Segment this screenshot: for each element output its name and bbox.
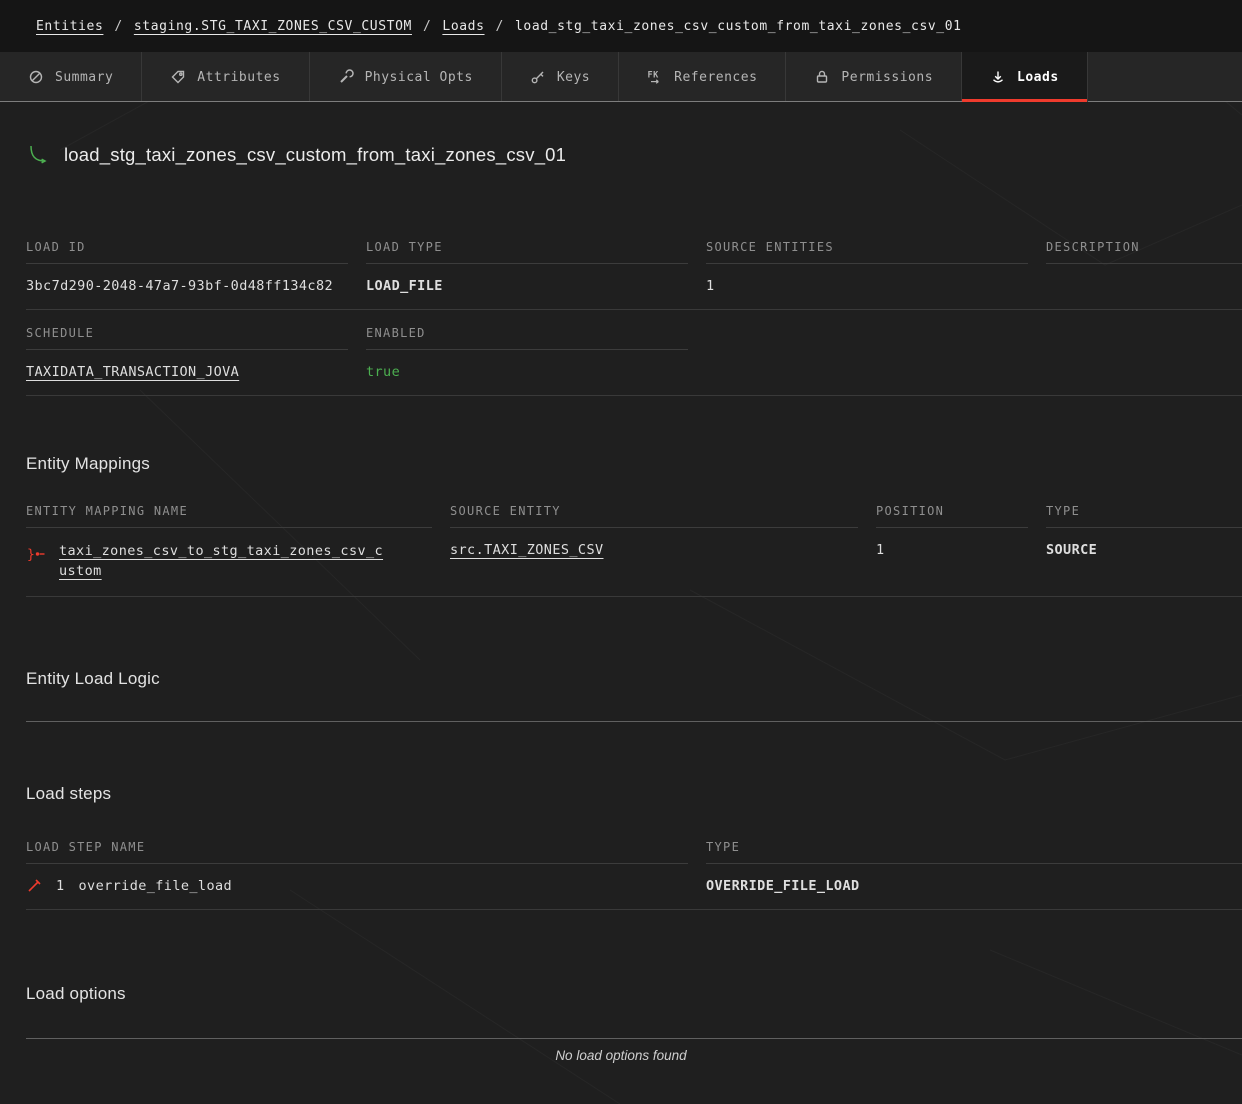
source-entities-value: 1 xyxy=(706,264,1046,309)
tab-keys[interactable]: Keys xyxy=(502,52,619,102)
entity-load-logic-heading: Entity Load Logic xyxy=(26,669,1242,689)
entity-mapping-icon: } xyxy=(26,546,46,562)
entity-mappings-heading: Entity Mappings xyxy=(26,454,1242,474)
page-header: load_stg_taxi_zones_csv_custom_from_taxi… xyxy=(26,144,1242,166)
load-options-empty-message: No load options found xyxy=(26,1048,1216,1063)
load-steps-table: LOAD STEP NAME TYPE 1 override_file_load… xyxy=(26,824,1242,910)
source-entity-link[interactable]: src.TAXI_ZONES_CSV xyxy=(450,542,604,558)
load-details-header-row-2: SCHEDULE ENABLED xyxy=(26,310,1242,350)
tab-loads[interactable]: Loads xyxy=(962,52,1088,102)
column-header: LOAD ID xyxy=(26,224,348,264)
tab-label: Loads xyxy=(1017,70,1059,85)
load-step-name: override_file_load xyxy=(79,878,233,894)
mapping-type-value: SOURCE xyxy=(1046,528,1242,596)
entity-mappings-header-row: ENTITY MAPPING NAME SOURCE ENTITY POSITI… xyxy=(26,488,1242,528)
load-details-table: LOAD ID LOAD TYPE SOURCE ENTITIES DESCRI… xyxy=(26,224,1242,396)
tab-summary[interactable]: Summary xyxy=(0,52,142,102)
load-details-value-row-1: 3bc7d290-2048-47a7-93bf-0d48ff134c82 LOA… xyxy=(26,264,1242,310)
column-header: SCHEDULE xyxy=(26,310,348,350)
breadcrumb-current: load_stg_taxi_zones_csv_custom_from_taxi… xyxy=(515,19,962,34)
breadcrumb-separator: / xyxy=(496,19,504,34)
tab-label: Keys xyxy=(557,70,590,85)
keys-icon xyxy=(530,69,546,85)
breadcrumb-separator: / xyxy=(423,19,431,34)
column-header: LOAD STEP NAME xyxy=(26,824,688,864)
permissions-icon xyxy=(814,69,830,85)
load-arrow-icon xyxy=(26,144,50,166)
tab-physical-opts[interactable]: Physical Opts xyxy=(310,52,502,102)
breadcrumb-loads[interactable]: Loads xyxy=(442,19,484,34)
load-step-position: 1 xyxy=(56,878,65,894)
breadcrumb: Entities / staging.STG_TAXI_ZONES_CSV_CU… xyxy=(0,0,1242,52)
summary-icon xyxy=(28,69,44,85)
divider xyxy=(26,1038,1242,1039)
load-detail-page: load_stg_taxi_zones_csv_custom_from_taxi… xyxy=(0,144,1242,1063)
page-title: load_stg_taxi_zones_csv_custom_from_taxi… xyxy=(64,144,566,166)
column-header: LOAD TYPE xyxy=(366,224,688,264)
tab-label: Summary xyxy=(55,70,113,85)
column-header: TYPE xyxy=(706,824,1242,864)
table-row: 1 override_file_load OVERRIDE_FILE_LOAD xyxy=(26,864,1242,910)
tab-bar: Summary Attributes Physical Opts xyxy=(0,52,1242,102)
enabled-value: true xyxy=(366,350,706,395)
column-header: TYPE xyxy=(1046,488,1242,528)
divider xyxy=(26,721,1242,722)
load-step-icon xyxy=(26,878,42,894)
column-header: DESCRIPTION xyxy=(1046,224,1242,264)
breadcrumb-entity[interactable]: staging.STG_TAXI_ZONES_CSV_CUSTOM xyxy=(134,19,412,34)
tab-permissions[interactable]: Permissions xyxy=(786,52,962,102)
svg-text:}: } xyxy=(27,548,35,563)
load-details-header-row-1: LOAD ID LOAD TYPE SOURCE ENTITIES DESCRI… xyxy=(26,224,1242,264)
loads-icon xyxy=(990,69,1006,85)
column-header: SOURCE ENTITIES xyxy=(706,224,1028,264)
breadcrumb-separator: / xyxy=(114,19,122,34)
references-icon: FK xyxy=(647,69,663,85)
position-value: 1 xyxy=(876,528,1046,596)
column-header: ENABLED xyxy=(366,310,688,350)
physical-opts-icon xyxy=(338,69,354,85)
tab-label: References xyxy=(674,70,757,85)
tab-attributes[interactable]: Attributes xyxy=(142,52,309,102)
column-header: POSITION xyxy=(876,488,1028,528)
attributes-icon xyxy=(170,69,186,85)
schedule-link[interactable]: TAXIDATA_TRANSACTION_JOVA xyxy=(26,364,239,380)
table-row: } taxi_zones_csv_to_stg_taxi_zones_csv_c… xyxy=(26,528,1242,597)
column-header: ENTITY MAPPING NAME xyxy=(26,488,432,528)
tab-label: Permissions xyxy=(841,70,933,85)
description-value xyxy=(1046,264,1242,309)
load-step-type-value: OVERRIDE_FILE_LOAD xyxy=(706,864,1242,909)
load-options-heading: Load options xyxy=(26,984,1242,1004)
load-details-value-row-2: TAXIDATA_TRANSACTION_JOVA true xyxy=(26,350,1242,396)
breadcrumb-entities[interactable]: Entities xyxy=(36,19,103,34)
tab-label: Physical Opts xyxy=(365,70,473,85)
load-steps-heading: Load steps xyxy=(26,784,1242,804)
entity-mapping-name-link[interactable]: taxi_zones_csv_to_stg_taxi_zones_csv_cus… xyxy=(59,542,389,581)
load-type-value: LOAD_FILE xyxy=(366,264,706,309)
tab-references[interactable]: FK References xyxy=(619,52,786,102)
load-id-value: 3bc7d290-2048-47a7-93bf-0d48ff134c82 xyxy=(26,264,366,309)
entity-mappings-table: ENTITY MAPPING NAME SOURCE ENTITY POSITI… xyxy=(26,488,1242,597)
column-header: SOURCE ENTITY xyxy=(450,488,858,528)
svg-text:FK: FK xyxy=(648,71,660,81)
load-steps-header-row: LOAD STEP NAME TYPE xyxy=(26,824,1242,864)
tab-label: Attributes xyxy=(197,70,280,85)
